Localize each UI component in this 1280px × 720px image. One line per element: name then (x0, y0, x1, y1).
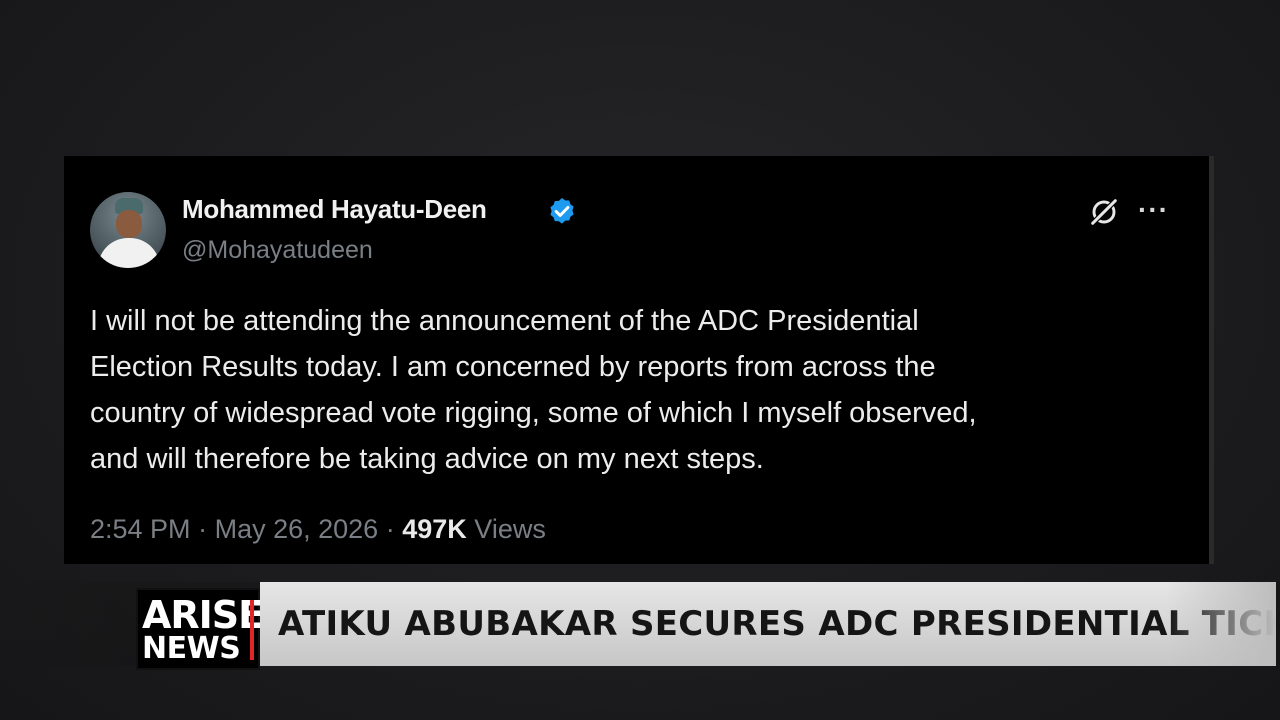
avatar-face (116, 210, 142, 238)
logo-accent-bar (250, 600, 254, 660)
author-handle[interactable]: @Mohayatudeen (182, 236, 373, 265)
tweet-card: Mohammed Hayatu-Deen @Mohayatudeen ··· I… (64, 156, 1214, 564)
avatar-robe (98, 238, 160, 268)
tweet-text-line: I will not be attending the announcement… (90, 305, 919, 337)
tweet-date[interactable]: May 26, 2026 (215, 514, 379, 544)
tweet-time[interactable]: 2:54 PM (90, 514, 191, 544)
views-count[interactable]: 497K (402, 514, 467, 544)
meta-separator: · (198, 514, 208, 544)
news-lower-third: ARISE NEWS ATIKU ABUBAKAR SECURES ADC PR… (0, 582, 1280, 670)
tweet-text-line: and will therefore be taking advice on m… (90, 443, 764, 475)
tweet-meta: 2:54 PM · May 26, 2026 · 497K Views (90, 514, 546, 545)
author-name[interactable]: Mohammed Hayatu-Deen (182, 194, 487, 225)
logo-bottom-text: NEWS (142, 631, 241, 666)
more-options-icon[interactable]: ··· (1138, 194, 1169, 226)
tweet-text-line: country of widespread vote rigging, some… (90, 397, 977, 429)
headline-text: ATIKU ABUBAKAR SECURES ADC PRESIDENTIAL … (278, 604, 1280, 644)
verified-badge-icon (550, 198, 574, 224)
avatar[interactable] (90, 192, 166, 268)
grok-icon[interactable] (1088, 196, 1120, 228)
arise-news-logo: ARISE NEWS (136, 588, 264, 670)
logo-top-text: ARISE (142, 593, 264, 637)
tweet-text: I will not be attending the announcement… (90, 298, 1170, 482)
meta-separator: · (385, 514, 395, 544)
tweet-text-line: Election Results today. I am concerned b… (90, 351, 936, 383)
headline-band: ATIKU ABUBAKAR SECURES ADC PRESIDENTIAL … (260, 582, 1280, 666)
views-label: Views (474, 514, 546, 544)
